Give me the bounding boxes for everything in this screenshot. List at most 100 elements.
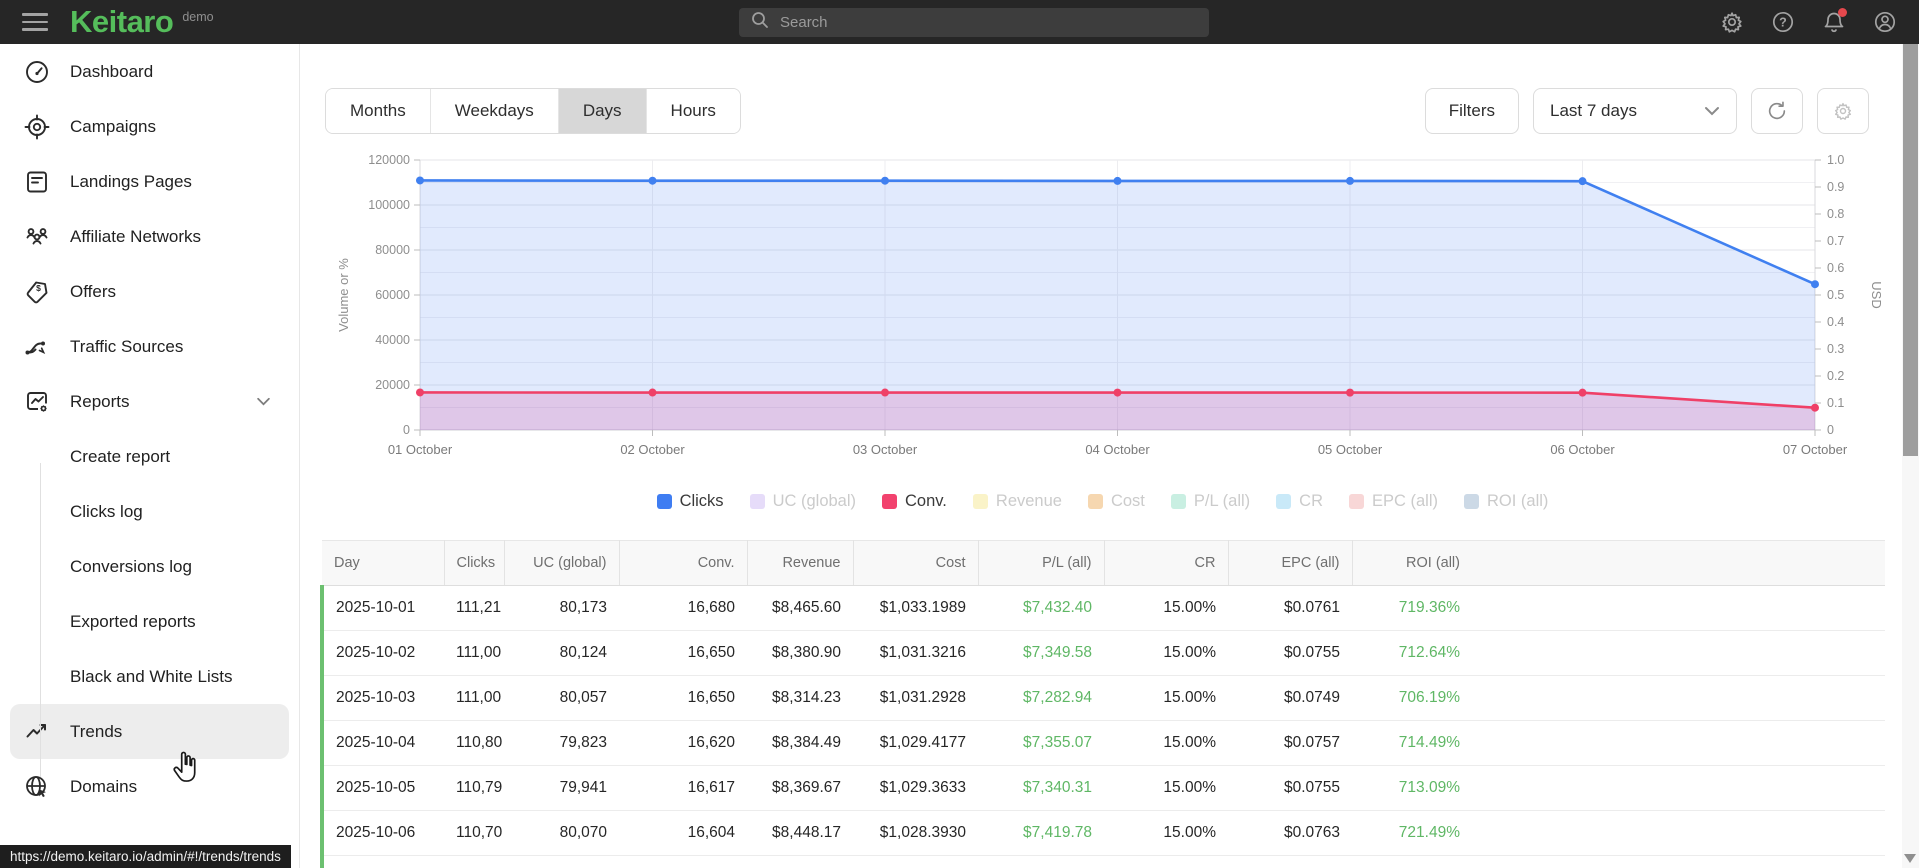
cell-roi-all: 706.19% xyxy=(1352,675,1472,721)
sidebar-item-affiliate-networks[interactable]: Affiliate Networks xyxy=(0,209,299,264)
scrollbar-down-arrow[interactable] xyxy=(1904,854,1916,863)
tab-hours[interactable]: Hours xyxy=(646,89,740,133)
legend-label: UC (global) xyxy=(772,492,857,510)
legend-item-clicks[interactable]: Clicks xyxy=(656,492,724,511)
column-header-epc-all[interactable]: EPC (all) xyxy=(1228,540,1353,586)
sidebar-item-trends[interactable]: Trends xyxy=(10,704,289,759)
notifications-bell-icon[interactable] xyxy=(1822,8,1847,34)
date-range-select[interactable]: Last 7 days xyxy=(1533,88,1737,134)
legend-item-roi-all[interactable]: ROI (all) xyxy=(1464,492,1548,511)
svg-text:07 October: 07 October xyxy=(1783,442,1848,457)
filters-button[interactable]: Filters xyxy=(1424,88,1519,134)
svg-text:0.1: 0.1 xyxy=(1827,396,1844,410)
cell-revenue: $8,384.49 xyxy=(747,720,853,766)
hamburger-menu-icon[interactable] xyxy=(22,13,48,31)
sidebar-item-traffic-sources[interactable]: Traffic Sources xyxy=(0,319,299,374)
scrollbar-thumb[interactable] xyxy=(1903,44,1918,456)
cell-conv: 16,680 xyxy=(619,585,747,631)
column-header-cr[interactable]: CR xyxy=(1104,540,1229,586)
legend-item-epc-all[interactable]: EPC (all) xyxy=(1349,492,1438,511)
toolbar-controls: Filters Last 7 days xyxy=(1424,88,1869,134)
app-logo: Keitaro xyxy=(70,4,174,39)
landings-icon xyxy=(24,169,50,195)
legend-item-cost[interactable]: Cost xyxy=(1087,492,1145,511)
cell-cost: $1,029.3633 xyxy=(853,765,978,811)
chevron-down-icon xyxy=(256,393,271,411)
cell-conv: 16,617 xyxy=(619,765,747,811)
legend-item-cr[interactable]: CR xyxy=(1276,492,1323,511)
svg-text:USD: USD xyxy=(1869,281,1884,308)
env-label: demo xyxy=(182,10,214,24)
cell-cr: 15.00% xyxy=(1104,630,1228,676)
sidebar-item-conversions-log[interactable]: Conversions log xyxy=(0,539,299,594)
sidebar-item-offers[interactable]: $ Offers xyxy=(0,264,299,319)
sidebar-item-create-report[interactable]: Create report xyxy=(0,429,299,484)
cell-filler xyxy=(1472,810,1885,856)
sidebar-item-label: Affiliate Networks xyxy=(70,226,202,246)
svg-text:100000: 100000 xyxy=(368,198,410,212)
chart-canvas: 0 20000 40000 60000 80000 100000 120000 0 0.1 0.2… xyxy=(336,153,1884,457)
cell-day: 2025-10-01 xyxy=(320,585,444,631)
tab-days[interactable]: Days xyxy=(558,89,647,133)
user-avatar-icon[interactable] xyxy=(1873,10,1897,34)
cell-revenue: $8,448.17 xyxy=(747,810,853,856)
cell-p-l-all: $3,616.04 xyxy=(978,855,1104,868)
column-header-clicks[interactable]: Clicks xyxy=(444,540,505,586)
svg-text:Volume or %: Volume or % xyxy=(336,258,351,332)
sidebar-item-black-and-white-lists[interactable]: Black and White Lists xyxy=(0,649,299,704)
legend-item-uc-global[interactable]: UC (global) xyxy=(749,492,857,511)
legend-item-p-l-all[interactable]: P/L (all) xyxy=(1170,492,1250,511)
table-row[interactable]: 2025-10-04 110,80 79,823 16,620 $8,384.49 $1,… xyxy=(320,720,1885,766)
sidebar-item-campaigns[interactable]: Campaigns xyxy=(0,99,299,154)
column-header-uc-global[interactable]: UC (global) xyxy=(504,540,620,586)
svg-text:40000: 40000 xyxy=(375,333,410,347)
settings-gear-icon[interactable] xyxy=(1720,10,1744,34)
cell-roi-all: 721.49% xyxy=(1352,810,1472,856)
sidebar-item-dashboard[interactable]: Dashboard xyxy=(0,44,299,99)
column-header-day[interactable]: Day xyxy=(322,540,445,586)
reports-icon xyxy=(24,389,50,415)
help-icon[interactable]: ? xyxy=(1771,10,1795,34)
column-header-p-l-all[interactable]: P/L (all) xyxy=(978,540,1105,586)
table-row[interactable]: 2025-10-05 110,79 79,941 16,617 $8,369.67 $1,… xyxy=(320,765,1885,811)
column-header-cost[interactable]: Cost xyxy=(853,540,979,586)
main-content: Months Weekdays Days Hours Filters Last 7 d… xyxy=(301,44,1902,868)
trends-table-container: Day Clicks UC (global) Conv. Revenue Cost P/L … xyxy=(320,540,1885,868)
svg-text:1.0: 1.0 xyxy=(1827,153,1844,167)
cell-uc-global: 79,823 xyxy=(504,720,619,766)
sidebar-item-domains[interactable]: Domains xyxy=(0,759,299,814)
legend-item-revenue[interactable]: Revenue xyxy=(972,492,1062,511)
tab-months[interactable]: Months xyxy=(326,89,431,133)
cell-revenue: $4,103.84 xyxy=(747,855,853,868)
tab-weekdays[interactable]: Weekdays xyxy=(430,89,559,133)
column-header-revenue[interactable]: Revenue xyxy=(747,540,854,586)
sidebar-item-exported-reports[interactable]: Exported reports xyxy=(0,594,299,649)
cell-filler xyxy=(1472,630,1885,676)
sidebar-item-label: Create report xyxy=(70,446,171,466)
sidebar-item-clicks-log[interactable]: Clicks log xyxy=(0,484,299,539)
column-header-conv[interactable]: Conv. xyxy=(619,540,748,586)
svg-text:0: 0 xyxy=(1827,423,1834,437)
svg-text:0.3: 0.3 xyxy=(1827,342,1844,356)
offers-icon: $ xyxy=(24,279,50,305)
sidebar-item-landings-pages[interactable]: Landings Pages xyxy=(0,154,299,209)
chart-settings-button[interactable] xyxy=(1817,88,1869,134)
legend-item-conv[interactable]: Conv. xyxy=(882,492,947,511)
table-row[interactable]: 2025-10-01 111,21 80,173 16,680 $8,465.60 $1,… xyxy=(320,585,1885,631)
column-header-roi-all[interactable]: ROI (all) xyxy=(1352,540,1472,586)
cell-p-l-all: $7,340.31 xyxy=(978,765,1104,811)
trends-chart: 0 20000 40000 60000 80000 100000 120000 0 0.1 0.2… xyxy=(320,148,1885,480)
cell-epc-all: $0.0757 xyxy=(1228,720,1352,766)
cell-clicks: 111,00 xyxy=(444,675,504,721)
refresh-button[interactable] xyxy=(1751,88,1803,134)
cell-cr: 15.00% xyxy=(1104,720,1228,766)
sidebar-item-reports[interactable]: Reports xyxy=(0,374,299,429)
table-row[interactable]: 2025-10-02 111,00 80,124 16,650 $8,380.90 $1,… xyxy=(320,630,1885,676)
search-input[interactable] xyxy=(780,14,1180,31)
cell-epc-all: $0.0755 xyxy=(1228,630,1352,676)
cell-cost: $517.8993 xyxy=(853,855,978,868)
table-row[interactable]: 2025-10-06 110,70 80,070 16,604 $8,448.17 $1,… xyxy=(320,810,1885,856)
table-row[interactable]: 2025-10-0744,1941,4776,64$4,103.84$517.8… xyxy=(320,855,1885,868)
table-row[interactable]: 2025-10-03 111,00 80,057 16,650 $8,314.23 $1,… xyxy=(320,675,1885,721)
svg-text:0.6: 0.6 xyxy=(1827,261,1844,275)
